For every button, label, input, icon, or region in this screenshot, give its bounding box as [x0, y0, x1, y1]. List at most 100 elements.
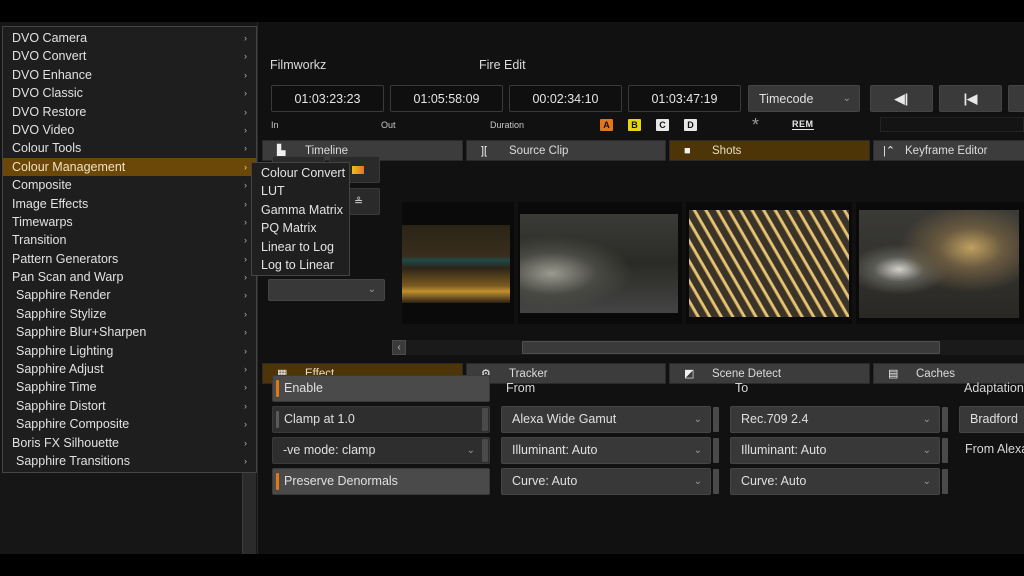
in-label: In — [271, 120, 279, 130]
tab-tracker[interactable]: ⚙ Tracker — [466, 363, 666, 384]
menu-item-dvo-enhance[interactable]: DVO Enhance › — [3, 66, 256, 84]
to-curve-select[interactable]: Curve: Auto ⌄ — [730, 468, 948, 495]
shots-icon: ■ — [684, 145, 691, 157]
menu-item-dvo-video[interactable]: DVO Video › — [3, 121, 256, 139]
from-illuminant-select[interactable]: Illuminant: Auto ⌄ — [501, 437, 719, 464]
preserve-denormals-toggle[interactable]: Preserve Denormals — [272, 468, 490, 495]
timecode-format-select[interactable]: Timecode ⌄ — [748, 85, 860, 112]
shots-display-select[interactable]: ⌄ — [268, 279, 385, 301]
menu-item-label: Sapphire Time — [16, 380, 97, 395]
menu-item-label: Timewarps — [12, 214, 73, 229]
in-timecode-field[interactable]: 01:03:23:23 — [271, 85, 384, 112]
current-timecode-field[interactable]: 01:03:47:19 — [628, 85, 741, 112]
to-gamut-select[interactable]: Rec.709 2.4 ⌄ — [730, 406, 948, 433]
submenu-arrow-icon: › — [244, 419, 247, 430]
scroll-left-icon[interactable]: ‹ — [392, 340, 406, 355]
menu-item-boris-fx-silhouette[interactable]: Boris FX Silhouette › — [3, 434, 256, 452]
menu-item-pattern-generators[interactable]: Pattern Generators › — [3, 250, 256, 268]
scrollbar-handle[interactable] — [522, 341, 940, 354]
go-to-start-button[interactable]: |◀ — [939, 85, 1002, 112]
shot-thumbnail[interactable] — [686, 202, 852, 324]
duration-timecode-field[interactable]: 00:02:34:10 — [509, 85, 622, 112]
effects-panel-scrollbar[interactable] — [242, 470, 256, 554]
submenu-arrow-icon: › — [244, 327, 247, 338]
toggle-label: Enable — [284, 381, 323, 395]
select-value: Rec.709 2.4 — [741, 412, 809, 426]
menu-item-dvo-convert[interactable]: DVO Convert › — [3, 47, 256, 65]
out-timecode-field[interactable]: 01:05:58:09 — [390, 85, 503, 112]
select-value: -ve mode: clamp — [283, 443, 376, 457]
menu-item-label: DVO Restore — [12, 104, 87, 119]
menu-item-sapphire-transitions[interactable]: Sapphire Transitions › — [3, 452, 256, 470]
menu-item-dvo-classic[interactable]: DVO Classic › — [3, 84, 256, 102]
from-gamut-select[interactable]: Alexa Wide Gamut ⌄ — [501, 406, 719, 433]
menu-item-sapphire-adjust[interactable]: Sapphire Adjust › — [3, 360, 256, 378]
submenu-arrow-icon: › — [244, 345, 247, 356]
menu-item-sapphire-distort[interactable]: Sapphire Distort › — [3, 397, 256, 415]
caches-icon: ▤ — [888, 368, 899, 380]
submenu-arrow-icon: › — [244, 400, 247, 411]
menu-item-label: DVO Convert — [12, 49, 87, 64]
menu-item-sapphire-lighting[interactable]: Sapphire Lighting › — [3, 342, 256, 360]
chevron-down-icon: ⌄ — [842, 93, 851, 104]
menu-item-composite[interactable]: Composite › — [3, 176, 256, 194]
menu-item-label: DVO Enhance — [12, 67, 92, 82]
select-value: Curve: Auto — [512, 474, 578, 488]
shot-thumbnail[interactable] — [856, 202, 1024, 324]
adaptation-select[interactable]: Bradford — [959, 406, 1024, 433]
submenu-item-gamma-matrix[interactable]: Gamma Matrix — [252, 201, 349, 219]
menu-item-dvo-camera[interactable]: DVO Camera › — [3, 29, 256, 47]
shots-scrollbar[interactable]: ‹ — [392, 340, 1024, 355]
to-illuminant-select[interactable]: Illuminant: Auto ⌄ — [730, 437, 948, 464]
marker-a-badge[interactable]: A — [600, 119, 613, 131]
tab-shots[interactable]: ■ Shots — [669, 140, 870, 161]
marker-c-badge[interactable]: C — [656, 119, 669, 131]
submenu-item-pq-matrix[interactable]: PQ Matrix — [252, 219, 349, 237]
toggle-label: Clamp at 1.0 — [284, 412, 355, 426]
select-value: Illuminant: Auto — [512, 443, 598, 457]
marker-b-badge[interactable]: B — [628, 119, 641, 131]
select-value: Bradford — [970, 412, 1018, 426]
shot-thumbnail[interactable] — [518, 202, 682, 324]
menu-item-sapphire-blur-sharpen[interactable]: Sapphire Blur+Sharpen › — [3, 323, 256, 341]
menu-item-label: Sapphire Composite — [16, 417, 130, 432]
negative-mode-select[interactable]: -ve mode: clamp ⌄ — [272, 437, 490, 464]
step-back-button[interactable]: ◀| — [870, 85, 933, 112]
scene-detect-icon: ◩ — [684, 368, 695, 380]
menu-item-transition[interactable]: Transition › — [3, 231, 256, 249]
submenu-item-lut[interactable]: LUT — [252, 182, 349, 200]
star-icon[interactable]: * — [752, 115, 759, 136]
submenu-item-log-to-linear[interactable]: Log to Linear — [252, 256, 349, 274]
menu-item-colour-tools[interactable]: Colour Tools › — [3, 139, 256, 157]
clamp-toggle[interactable]: Clamp at 1.0 — [272, 406, 490, 433]
rem-field[interactable] — [880, 117, 1024, 132]
colour-management-submenu: Colour Convert LUT Gamma Matrix PQ Matrix Li… — [251, 162, 350, 277]
menu-item-colour-management[interactable]: Colour Management › — [3, 157, 256, 177]
menu-item-timewarps[interactable]: Timewarps › — [3, 213, 256, 231]
submenu-arrow-icon: › — [244, 51, 247, 62]
shot-thumbnail[interactable] — [402, 202, 514, 324]
submenu-item-linear-to-log[interactable]: Linear to Log — [252, 238, 349, 256]
from-curve-select[interactable]: Curve: Auto ⌄ — [501, 468, 719, 495]
tab-source-clip[interactable]: ][ Source Clip — [466, 140, 666, 161]
rem-icon[interactable]: REM — [792, 119, 814, 130]
tab-label: Scene Detect — [712, 368, 782, 380]
enable-toggle[interactable]: Enable — [272, 375, 490, 402]
chevron-down-icon: ⌄ — [466, 445, 475, 456]
menu-item-pan-scan-and-warp[interactable]: Pan Scan and Warp › — [3, 268, 256, 286]
menu-item-label: Composite — [12, 178, 72, 193]
submenu-item-colour-convert[interactable]: Colour Convert — [252, 164, 349, 182]
submenu-arrow-icon: › — [244, 198, 247, 209]
marker-d-badge[interactable]: D — [684, 119, 697, 131]
sliders-icon: ≗ — [354, 196, 364, 208]
menu-item-dvo-restore[interactable]: DVO Restore › — [3, 103, 256, 121]
go-to-start-icon: |◀ — [963, 91, 978, 106]
transport-button-partial[interactable] — [1008, 85, 1024, 112]
menu-item-sapphire-render[interactable]: Sapphire Render › — [3, 286, 256, 304]
menu-item-sapphire-composite[interactable]: Sapphire Composite › — [3, 415, 256, 433]
tab-scene-detect[interactable]: ◩ Scene Detect — [669, 363, 870, 384]
tab-keyframe-editor[interactable]: |⌃ Keyframe Editor — [873, 140, 1024, 161]
menu-item-sapphire-stylize[interactable]: Sapphire Stylize › — [3, 305, 256, 323]
menu-item-sapphire-time[interactable]: Sapphire Time › — [3, 378, 256, 396]
menu-item-image-effects[interactable]: Image Effects › — [3, 195, 256, 213]
